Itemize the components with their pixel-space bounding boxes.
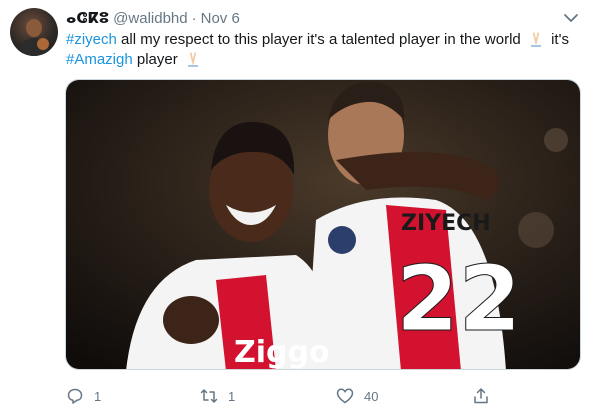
display-name[interactable]: ⴰⵛⴽⵓ: [66, 10, 109, 27]
tweet-photo[interactable]: ZIYECH 22 Ziggo: [65, 79, 581, 370]
share-icon: [474, 388, 488, 404]
retweet-count: 1: [228, 388, 236, 404]
like-icon: [336, 388, 354, 404]
retweet-icon: [200, 389, 218, 403]
praying-hands-emoji: [184, 51, 202, 67]
tweet[interactable]: ⴰⵛⴽⵓ @walidbhd · Nov 6 #ziyech all my respe…: [0, 0, 598, 412]
hashtag-amazigh[interactable]: #Amazigh: [66, 51, 133, 68]
tweet-text-part1: all my respect to this player it's a tal…: [116, 31, 525, 48]
tweet-actions: 1 1 40: [66, 384, 496, 408]
like-count: 40: [364, 388, 379, 404]
tweet-text-part3: player: [132, 51, 182, 68]
separator-dot: ·: [191, 10, 197, 27]
hashtag-ziyech[interactable]: #ziyech: [66, 31, 117, 48]
jersey-name: ZIYECH: [401, 211, 491, 236]
jersey-number: 22: [396, 247, 521, 352]
avatar[interactable]: [10, 8, 58, 56]
jersey-sponsor: Ziggo: [234, 335, 330, 370]
share-button[interactable]: [472, 384, 500, 408]
reply-button[interactable]: 1: [66, 384, 101, 408]
tweet-header: ⴰⵛⴽⵓ @walidbhd · Nov 6: [66, 9, 598, 29]
caret-down-icon[interactable]: [562, 9, 580, 27]
reply-icon: [67, 388, 83, 404]
tweet-text: #ziyech all my respect to this player it…: [66, 30, 582, 70]
user-handle[interactable]: @walidbhd: [113, 10, 187, 27]
reply-count: 1: [94, 388, 102, 404]
retweet-button[interactable]: 1: [200, 384, 235, 408]
tweet-date[interactable]: Nov 6: [201, 10, 240, 27]
tweet-text-part2: it's: [546, 31, 569, 48]
like-button[interactable]: 40: [336, 384, 378, 408]
praying-hands-emoji: [527, 31, 545, 47]
